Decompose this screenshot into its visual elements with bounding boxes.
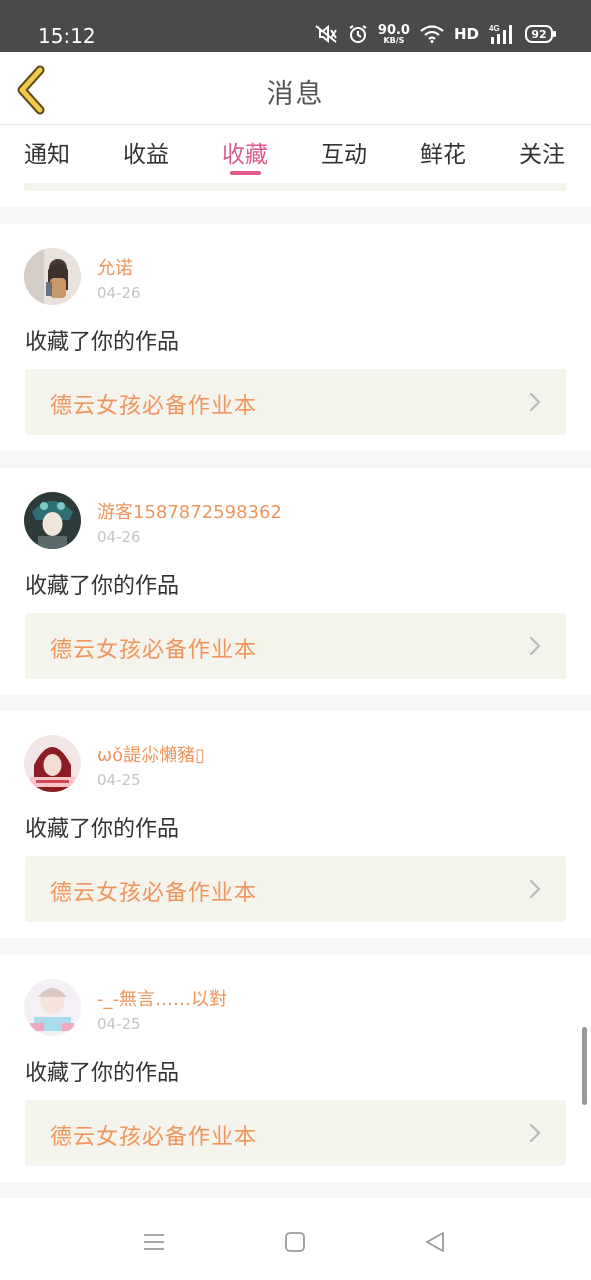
timestamp: 04-26 [97,284,141,302]
scrollbar[interactable] [582,1027,587,1105]
alarm-icon [349,25,367,43]
chevron-right-icon [529,636,541,656]
battery-icon: 92 [525,25,556,43]
username[interactable]: 游客1587872598362 [97,498,282,524]
username[interactable]: -_-無言……以對 [97,985,227,1011]
status-time: 15:12 [38,24,96,48]
avatar[interactable] [24,492,81,549]
work-title: 德云女孩必备作业本 [50,881,258,906]
timestamp: 04-25 [97,771,141,789]
network-label: 4G [489,24,500,33]
net-speed: 90.0 KB/S [378,24,410,45]
work-link[interactable]: 德云女孩必备作业本 [25,856,566,922]
signal-icon: 4G [489,24,512,44]
page-title: 消息 [266,79,325,110]
tab-notifications[interactable]: 通知 [24,135,70,169]
list-item: ωǒ諟尛懶豬▯ 04-25 收藏了你的作品 德云女孩必备作业本 [0,711,591,938]
back-triangle-icon[interactable] [423,1230,447,1254]
battery-level: 92 [531,27,547,41]
tab-favorites[interactable]: 收藏 [222,135,268,169]
timestamp: 04-25 [97,1015,141,1033]
list-item: 允诺 04-26 收藏了你的作品 德云女孩必备作业本 [0,224,591,451]
tab-flowers[interactable]: 鲜花 [420,135,466,169]
work-link[interactable]: 德云女孩必备作业本 [25,369,566,435]
header: 消息 [0,52,591,125]
username[interactable]: ωǒ諟尛懶豬▯ [97,741,205,767]
tab-following[interactable]: 关注 [519,135,565,169]
work-title: 德云女孩必备作业本 [50,1125,258,1150]
work-title: 德云女孩必备作业本 [50,638,258,663]
list-item: -_-無言……以對 04-25 收藏了你的作品 德云女孩必备作业本 [0,955,591,1182]
tab-bar: 通知 收益 收藏 互动 鲜花 关注 [0,125,591,183]
notification-list[interactable]: 允诺 04-26 收藏了你的作品 德云女孩必备作业本 游客15878725983… [0,183,591,1198]
list-item [0,183,591,207]
work-link[interactable]: 德云女孩必备作业本 [25,613,566,679]
wifi-icon [420,25,444,43]
system-nav-bar [0,1198,591,1280]
chevron-right-icon [529,1123,541,1143]
status-icons: 90.0 KB/S HD 4G 92 [314,20,556,48]
home-square-icon[interactable] [283,1230,307,1254]
list-item: 游客1587872598362 04-26 收藏了你的作品 德云女孩必备作业本 [0,468,591,695]
tab-earnings[interactable]: 收益 [123,135,169,169]
action-text: 收藏了你的作品 [25,574,180,599]
work-link[interactable] [24,183,566,191]
avatar[interactable] [24,735,81,792]
timestamp: 04-26 [97,528,141,546]
chevron-right-icon [529,392,541,412]
status-bar: 15:12 90.0 KB/S HD 4G 92 [0,0,591,52]
net-speed-unit: KB/S [383,35,405,45]
avatar[interactable] [24,979,81,1036]
avatar[interactable] [24,248,81,305]
tab-interactions[interactable]: 互动 [321,135,367,169]
active-tab-indicator [230,171,261,175]
action-text: 收藏了你的作品 [25,817,180,842]
work-title: 德云女孩必备作业本 [50,394,258,419]
work-link[interactable]: 德云女孩必备作业本 [25,1100,566,1166]
action-text: 收藏了你的作品 [25,330,180,355]
hd-label: HD [453,25,479,43]
mute-icon [315,24,337,44]
menu-icon[interactable] [142,1230,166,1254]
net-speed-value: 90.0 [377,22,410,38]
username[interactable]: 允诺 [97,254,133,280]
action-text: 收藏了你的作品 [25,1061,180,1086]
chevron-right-icon [529,879,541,899]
